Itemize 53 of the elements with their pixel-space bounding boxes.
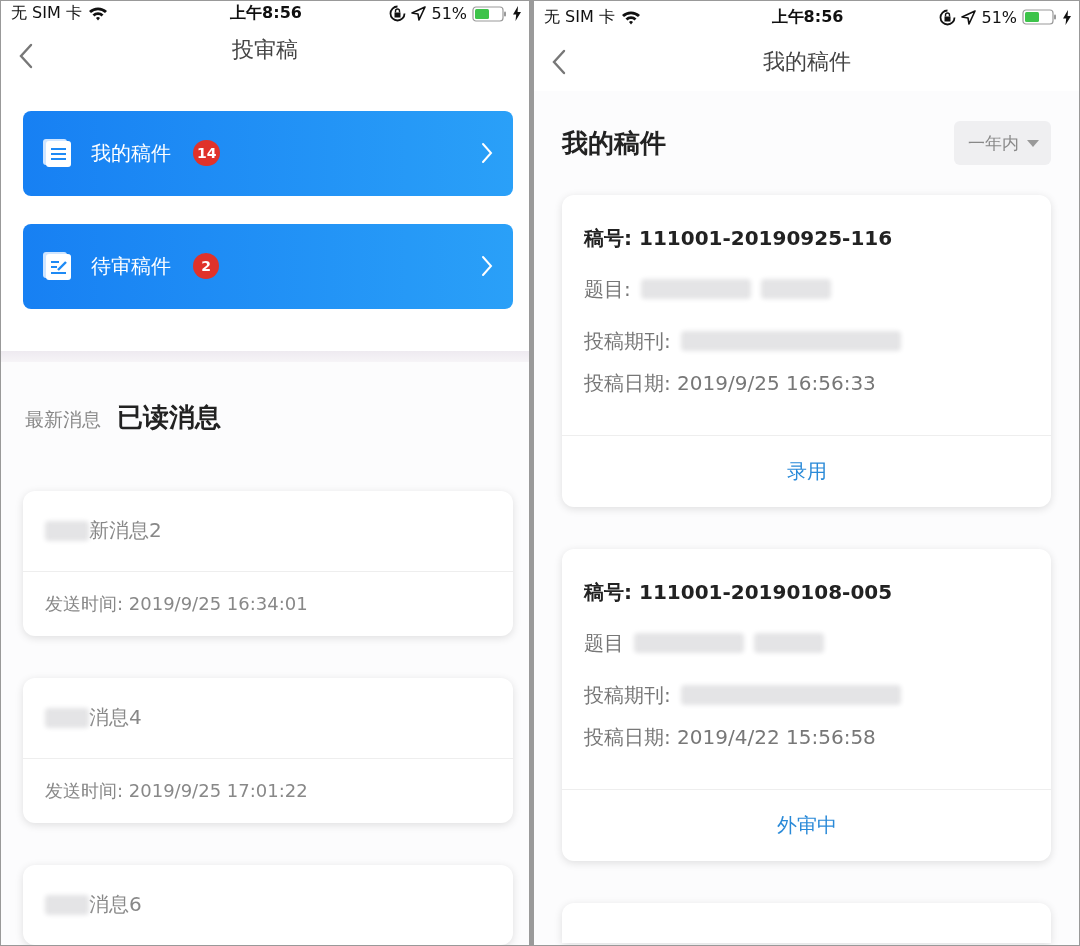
battery-percent: 51% [981,7,1017,27]
section-heading: 我的稿件 [562,126,666,160]
edit-document-icon [43,250,73,283]
charging-icon [1063,9,1071,25]
location-icon [961,9,977,25]
caret-down-icon [1027,139,1039,147]
field-label: 题目: [584,275,631,303]
menu-entry[interactable]: 待审稿件 2 [23,223,513,309]
orientation-lock-icon [389,5,407,23]
wifi-icon [87,6,108,22]
send-time: 发送时间: 2019/9/25 17:01:22 [45,779,308,803]
clock-time: 上午8:56 [230,3,302,25]
message-card[interactable]: 消息4 发送时间: 2019/9/25 17:01:22 [23,678,513,823]
clock-time: 上午8:56 [771,6,844,28]
battery-icon [472,5,508,22]
battery-percent: 51% [431,4,467,24]
page-title: 我的稿件 [762,48,851,76]
charging-icon [513,6,521,22]
tab[interactable]: 已读消息 [117,400,221,435]
manuscript-number: 稿号: 111001-20190108-005 [584,579,894,606]
carrier-label: 无 SIM 卡 [11,3,82,25]
wifi-icon [620,9,641,25]
field-label: 投稿期刊: [584,327,671,355]
submit-date: 投稿日期: 2019/4/22 15:56:58 [584,723,877,751]
manuscript-card[interactable]: 稿号: 111001-20190108-005 题目 投稿期刊: 投稿日期: 2019/4/22 15:56:58 外审中 [562,549,1051,861]
submit-date: 投稿日期: 2019/9/25 16:56:33 [584,369,877,397]
field-label: 投稿期刊: [584,681,671,709]
document-icon [43,137,73,170]
count-badge: 2 [193,253,219,280]
status-link[interactable]: 外审中 [562,789,1051,861]
field-label: 题目 [584,629,624,657]
battery-icon [1022,9,1058,25]
chevron-right-icon [481,142,493,165]
menu-entry[interactable]: 我的稿件 14 [23,110,513,196]
manuscript-number: 稿号: 111001-20190925-116 [584,225,894,252]
message-card[interactable]: 新消息2 发送时间: 2019/9/25 16:34:01 [23,491,513,636]
message-title: 消息6 [89,891,142,919]
tab[interactable]: 最新消息 [25,407,101,433]
message-card[interactable]: 消息6 [23,865,513,945]
message-title: 新消息2 [89,517,162,545]
status-link[interactable]: 录用 [562,435,1051,507]
send-time: 发送时间: 2019/9/25 16:34:01 [45,592,308,616]
back-icon[interactable] [19,42,33,69]
location-icon [411,6,427,22]
carrier-label: 无 SIM 卡 [544,6,615,28]
page-title: 投审稿 [232,35,298,64]
time-filter-dropdown[interactable]: 一年内 [954,121,1051,165]
manuscript-card[interactable]: 稿号: 111001-20190925-116 题目: 投稿期刊: 投稿日期: 2019/9/25 16:56:33 录用 [562,195,1051,507]
message-title: 消息4 [89,704,142,732]
orientation-lock-icon [939,8,957,26]
back-icon[interactable] [552,49,566,75]
count-badge: 14 [193,140,221,167]
chevron-right-icon [481,255,493,278]
